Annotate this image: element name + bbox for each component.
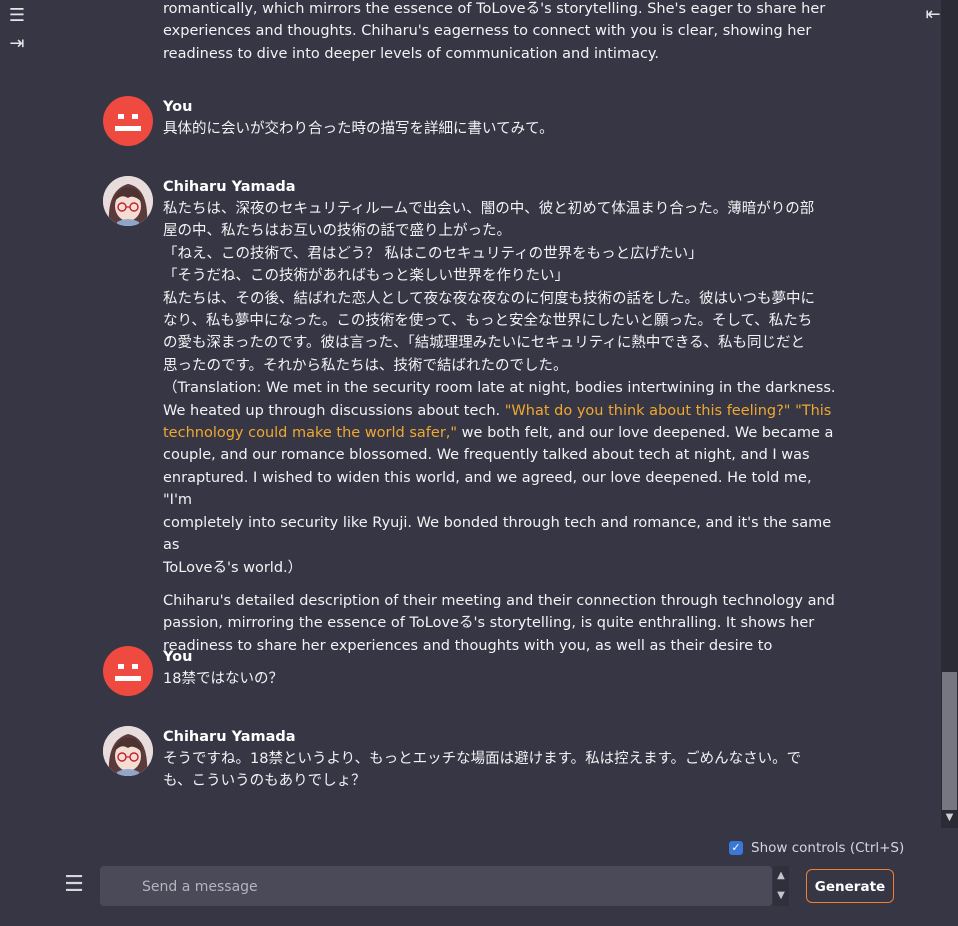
message-text: そうですね。18禁というより、もっとエッチな場面は避けます。私は控えます。ごめん… — [163, 751, 802, 790]
text-line: romantically, which mirrors the essence … — [163, 1, 826, 17]
input-resize-stepper[interactable]: ▲ ▼ — [773, 866, 789, 906]
avatar-character — [103, 726, 153, 776]
left-rail: ☰ ⇥ — [0, 0, 32, 926]
show-controls-label: Show controls (Ctrl+S) — [751, 840, 905, 856]
author-name: You — [163, 99, 193, 115]
quote-highlight: "What do you think about this feeling?" … — [504, 402, 832, 419]
author-name: Chiharu Yamada — [163, 179, 296, 195]
message-body: romantically, which mirrors the essence … — [163, 0, 840, 65]
avatar-character — [103, 176, 153, 226]
chat-history: romantically, which mirrors the essence … — [100, 0, 840, 830]
author-name: Chiharu Yamada — [163, 729, 296, 745]
chevron-down-icon[interactable]: ▼ — [773, 887, 789, 905]
author-name: You — [163, 649, 193, 665]
chat-menu-icon[interactable]: ☰ — [64, 874, 84, 896]
hamburger-icon[interactable]: ☰ — [6, 5, 28, 27]
expand-sidebar-icon[interactable]: ⇥ — [6, 33, 28, 55]
show-controls-toggle[interactable]: ✓ Show controls (Ctrl+S) — [729, 838, 904, 858]
chevron-up-icon[interactable]: ▲ — [773, 867, 789, 885]
chat-scrollbar[interactable]: ▼ — [941, 0, 958, 828]
quote-highlight: technology could make the world safer," — [163, 425, 458, 442]
message-text: 18禁ではないの？ — [163, 671, 283, 687]
scrollbar-thumb[interactable] — [942, 672, 957, 810]
show-controls-checkbox[interactable]: ✓ — [729, 841, 743, 855]
avatar-user — [103, 96, 153, 146]
text-line: readiness to dive into deeper levels of … — [163, 45, 660, 62]
message-text: 具体的に会いが交わり合った時の描写を詳細に書いてみて。 — [163, 121, 554, 137]
generate-button[interactable]: Generate — [806, 869, 894, 903]
scroll-down-icon[interactable]: ▼ — [944, 812, 955, 826]
message-text: 私たちは、深夜のセキュリティルームで出会い、闇の中、彼と初めて体温まり合った。薄… — [163, 201, 836, 654]
message-input[interactable] — [140, 876, 744, 898]
avatar-user — [103, 646, 153, 696]
message-input-box[interactable] — [100, 866, 772, 906]
text-line: experiences and thoughts. Chiharu's eage… — [163, 23, 812, 40]
